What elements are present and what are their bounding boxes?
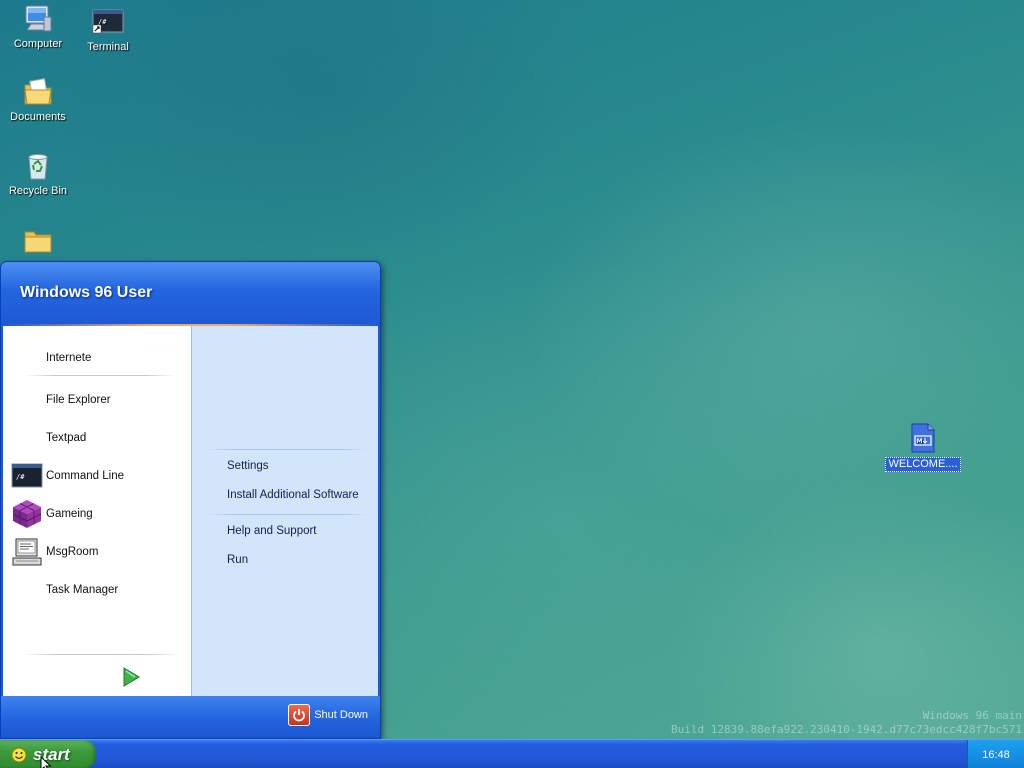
user-name: Windows 96 User [20,284,153,301]
power-icon [288,704,311,726]
start-item-install-software[interactable]: Install Additional Software [227,489,359,501]
markdown-file-icon: M [911,423,935,453]
shut-down-button[interactable]: Shut Down [288,704,368,726]
start-item-settings[interactable]: Settings [227,460,269,472]
start-item-msgroom[interactable]: MsgRoom [3,535,191,569]
terminal-icon: /# [92,9,124,34]
build-watermark: Windows 96 main Build 12839.88efa922.230… [671,709,1022,737]
desktop-icon-label: Terminal [87,41,129,53]
desktop-icon-terminal[interactable]: /# Terminal [70,6,146,54]
start-item-label: Internete [46,352,92,364]
start-menu-places-panel: Settings Install Additional Software Hel… [191,326,378,697]
watermark-line-2: Build 12839.88efa922.230410-1942.d77c73e… [671,723,1022,736]
start-item-help-support[interactable]: Help and Support [227,525,317,537]
desktop-icon-label: Recycle Bin [8,185,68,197]
start-item-task-manager[interactable]: Task Manager [3,573,191,607]
start-item-run[interactable]: Run [227,554,248,566]
recycle-bin-icon [28,154,48,180]
command-line-icon: /# [11,463,43,488]
documents-folder-icon [24,78,52,105]
start-item-command-line[interactable]: /# Command Line [3,459,191,493]
computer-icon [25,5,52,32]
desktop-icon-label: Documents [10,111,66,123]
gameing-cube-icon [12,500,42,528]
start-menu-footer: Shut Down [1,696,380,738]
start-item-file-explorer[interactable]: File Explorer [3,383,191,417]
start-menu: Windows 96 User Internete File Explorer … [0,261,381,739]
start-item-textpad[interactable]: Textpad [3,421,191,455]
all-programs-divider [23,654,178,655]
mouse-cursor-icon [40,756,52,768]
folder-icon [24,231,52,253]
svg-text:/#: /# [16,473,25,481]
desktop-icon-label: Computer [13,38,63,50]
programs-divider [25,375,175,376]
smiley-icon [11,747,27,762]
places-divider-middle [207,514,367,515]
start-item-label: File Explorer [46,394,111,406]
clock[interactable]: 16:48 [982,749,1010,761]
start-item-label: MsgRoom [46,546,99,558]
desktop-icon-label: WELCOME.... [885,457,961,472]
start-menu-header: Windows 96 User [1,262,380,324]
start-item-label: Gameing [46,508,93,520]
msgroom-computer-icon [12,538,42,566]
start-item-label: Command Line [46,470,124,482]
system-tray: 16:48 [967,740,1024,768]
start-item-label: Textpad [46,432,87,444]
desktop-icon-recycle-bin[interactable]: Recycle Bin [0,150,76,198]
start-item-internete[interactable]: Internete [3,341,191,375]
desktop-icon-documents[interactable]: Documents [0,76,76,124]
start-item-label: Task Manager [46,584,119,596]
watermark-line-1: Windows 96 main [922,709,1022,722]
desktop-icon-computer[interactable]: Computer [0,3,76,51]
desktop-icon-folder[interactable] [0,225,76,260]
start-menu-programs-panel: Internete File Explorer Textpad /# Comma… [3,326,191,697]
svg-text:M: M [917,438,923,445]
places-divider-top [207,449,367,450]
start-item-gameing[interactable]: Gameing [3,497,191,531]
shut-down-label: Shut Down [314,709,368,721]
taskbar: start 16:48 [0,739,1024,768]
green-arrow-icon[interactable] [121,666,141,688]
desktop-icon-welcome-file[interactable]: M WELCOME.... [885,422,961,472]
